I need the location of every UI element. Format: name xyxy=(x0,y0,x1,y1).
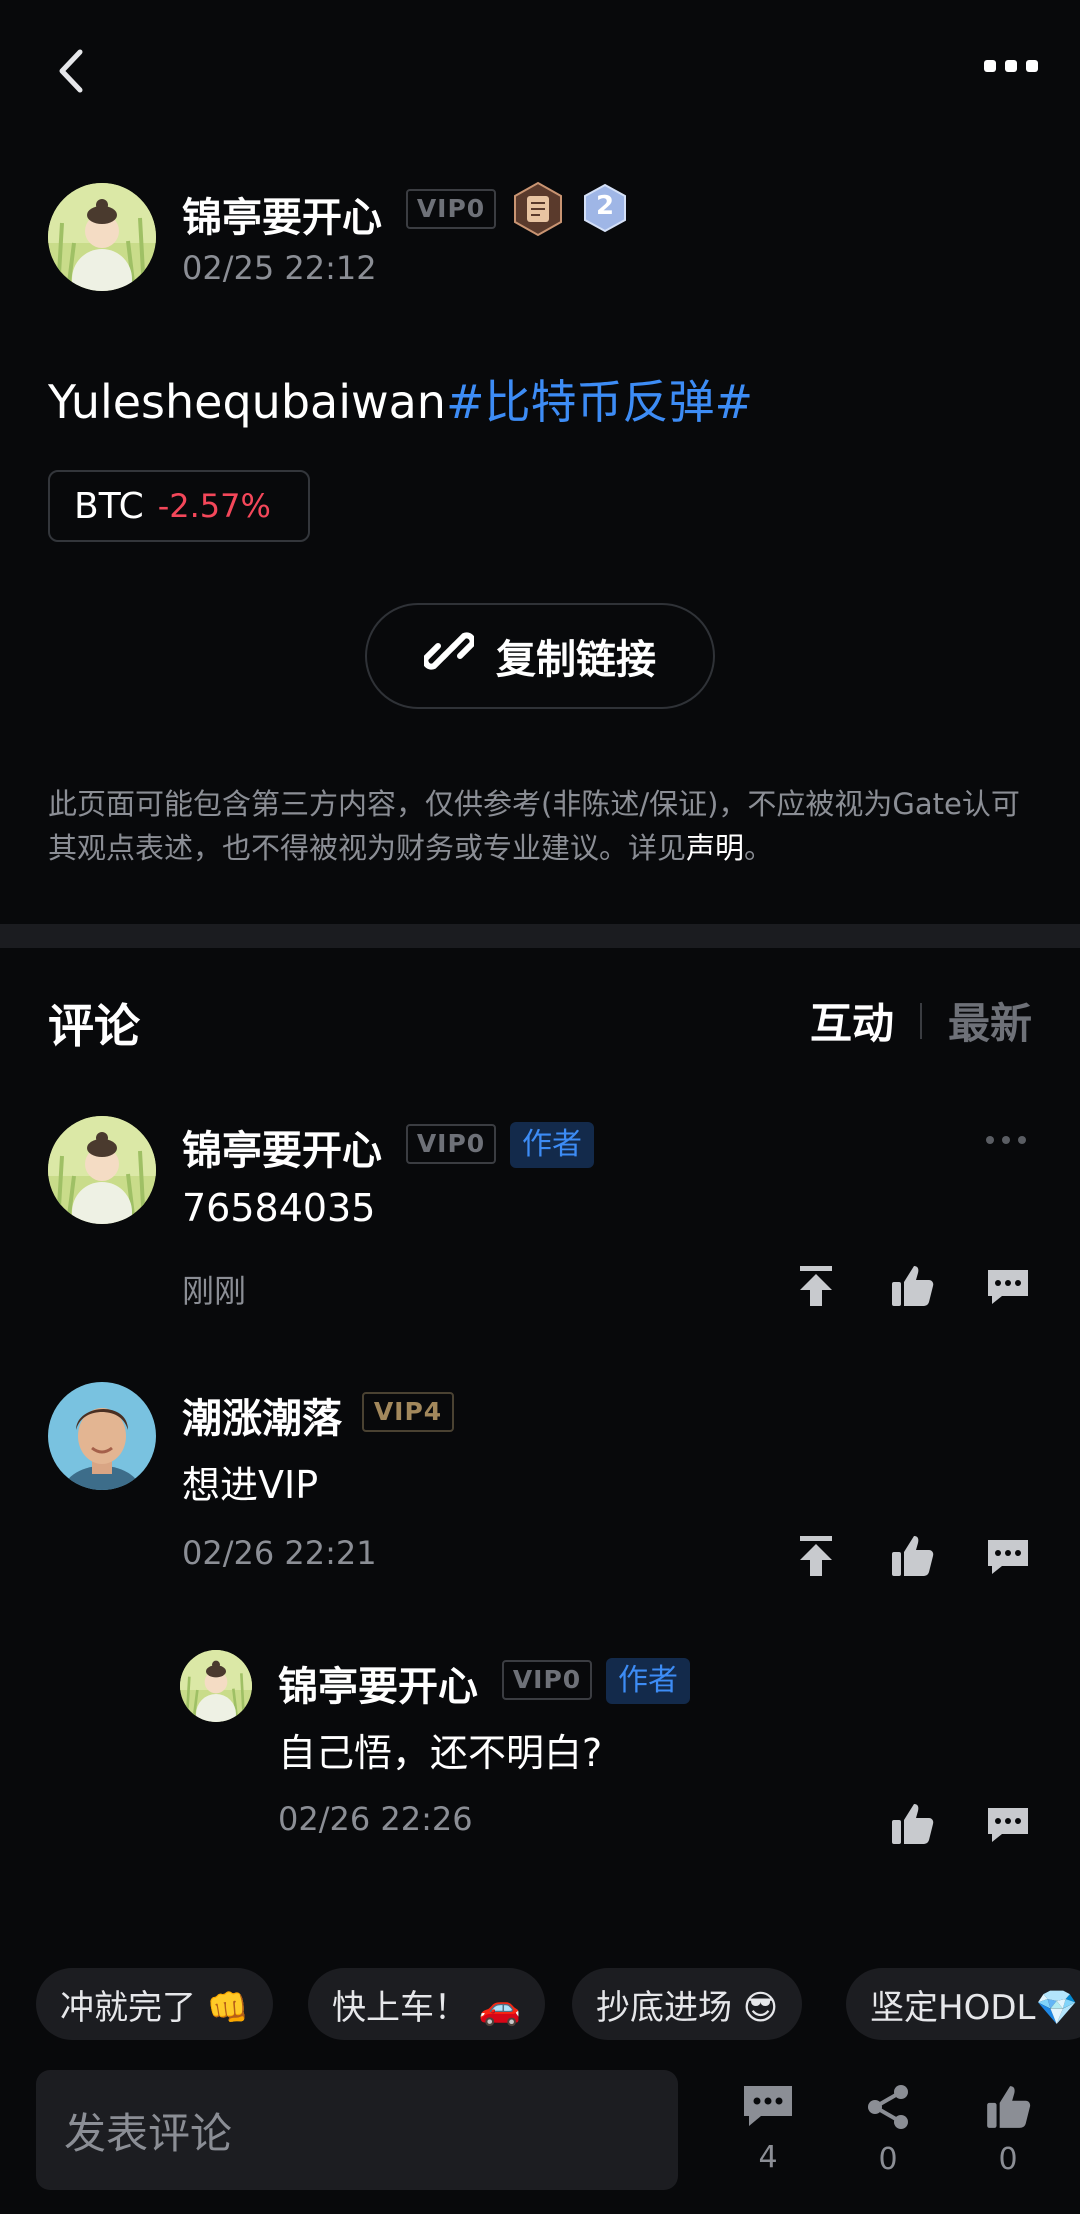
author-tag: 作者 xyxy=(606,1658,690,1704)
tab-latest[interactable]: 最新 xyxy=(948,990,1032,1051)
post-content: Yuleshequbaiwan#比特币反弹# xyxy=(48,366,753,432)
vip-badge: VIP4 xyxy=(362,1392,454,1432)
comment-text: 想进VIP xyxy=(182,1463,319,1507)
reply-time: 02/26 22:26 xyxy=(278,1800,473,1838)
avatar[interactable] xyxy=(48,1116,156,1224)
level-number: 2 xyxy=(595,191,615,221)
like-icon[interactable] xyxy=(888,1800,936,1848)
sort-tabs: 互动 最新 xyxy=(810,990,1032,1051)
copy-link-button[interactable]: 复制链接 xyxy=(365,603,715,709)
tab-separator xyxy=(919,1002,922,1039)
reply-text: 自己悟，还不明白? xyxy=(278,1731,603,1775)
post-author: 锦亭要开心 VIP0 2 02/25 22:12 xyxy=(48,181,948,293)
quick-reply-chip[interactable]: 冲就完了 👊 xyxy=(36,1968,274,2040)
quick-reply-chip[interactable]: 快上车！ 🚗 xyxy=(308,1968,546,2040)
disclaimer: 此页面可能包含第三方内容，仅供参考(非陈述/保证)，不应被视为Gate认可其观点… xyxy=(48,782,1038,870)
comment-input[interactable]: 发表评论 xyxy=(36,2070,678,2190)
copy-link-label: 复制链接 xyxy=(496,637,656,683)
like-count: 0 xyxy=(998,2142,1018,2177)
pin-icon[interactable] xyxy=(792,1262,840,1310)
section-divider xyxy=(0,924,1080,948)
reply-icon[interactable] xyxy=(984,1800,1032,1848)
quick-reply-chip[interactable]: 坚定HODL💎 xyxy=(846,1968,1080,2040)
share-count: 0 xyxy=(878,2142,898,2177)
comment-count: 4 xyxy=(758,2140,778,2175)
comment-author[interactable]: 潮涨潮落 xyxy=(182,1386,342,1444)
vip-badge: VIP0 xyxy=(406,1124,496,1164)
comment-count-button[interactable]: 4 xyxy=(728,2082,808,2175)
more-options-icon[interactable] xyxy=(984,52,1046,80)
comment-author[interactable]: 锦亭要开心 xyxy=(182,1118,382,1176)
disclaimer-link[interactable]: 声明 xyxy=(686,831,744,865)
vip-badge: VIP0 xyxy=(502,1660,592,1700)
reply-icon[interactable] xyxy=(984,1262,1032,1310)
link-icon xyxy=(422,626,476,686)
like-icon[interactable] xyxy=(888,1262,936,1310)
quick-reply-chip[interactable]: 抄底进场 😎 xyxy=(572,1968,803,2040)
author-tag: 作者 xyxy=(510,1122,594,1168)
back-icon[interactable] xyxy=(48,44,98,98)
quick-reply-row: 冲就完了 👊 快上车！ 🚗 抄底进场 😎 坚定HODL💎 xyxy=(36,1968,1080,2040)
avatar[interactable] xyxy=(48,183,156,291)
pin-icon[interactable] xyxy=(792,1532,840,1580)
like-icon[interactable] xyxy=(888,1532,936,1580)
bottom-bar: 发表评论 4 0 0 xyxy=(0,2060,1080,2214)
author-name[interactable]: 锦亭要开心 xyxy=(182,185,382,243)
reply-author[interactable]: 锦亭要开心 xyxy=(278,1654,478,1712)
share-button[interactable]: 0 xyxy=(848,2082,928,2177)
disclaimer-text: 此页面可能包含第三方内容，仅供参考(非陈述/保证)，不应被视为Gate认可其观点… xyxy=(48,787,1020,865)
disclaimer-end: 。 xyxy=(744,831,774,865)
reply-icon[interactable] xyxy=(984,1532,1032,1580)
comment-time: 刚刚 xyxy=(182,1272,247,1310)
coin-symbol: BTC xyxy=(74,485,144,527)
avatar[interactable] xyxy=(48,1382,156,1490)
like-icon xyxy=(983,2086,1033,2136)
comment-text: 76584035 xyxy=(182,1186,376,1230)
top-bar xyxy=(0,0,1080,140)
achievement-badge-icon xyxy=(512,181,564,237)
comment-icon xyxy=(741,2086,795,2134)
comments-title: 评论 xyxy=(48,999,140,1053)
comment-time: 02/26 22:21 xyxy=(182,1534,377,1572)
hashtag-link[interactable]: #比特币反弹# xyxy=(446,375,753,429)
vip-badge: VIP0 xyxy=(406,189,496,229)
avatar[interactable] xyxy=(180,1650,252,1722)
level-badge: 2 xyxy=(582,183,628,233)
post-time: 02/25 22:12 xyxy=(182,249,377,287)
like-button[interactable]: 0 xyxy=(968,2082,1048,2177)
post-text: Yuleshequbaiwan xyxy=(48,375,446,429)
tab-interactive[interactable]: 互动 xyxy=(810,990,894,1051)
coin-change: -2.57% xyxy=(157,487,271,525)
share-icon xyxy=(863,2085,913,2136)
comment-more-icon[interactable] xyxy=(986,1136,1026,1144)
coin-chip[interactable]: BTC -2.57% xyxy=(48,470,310,542)
